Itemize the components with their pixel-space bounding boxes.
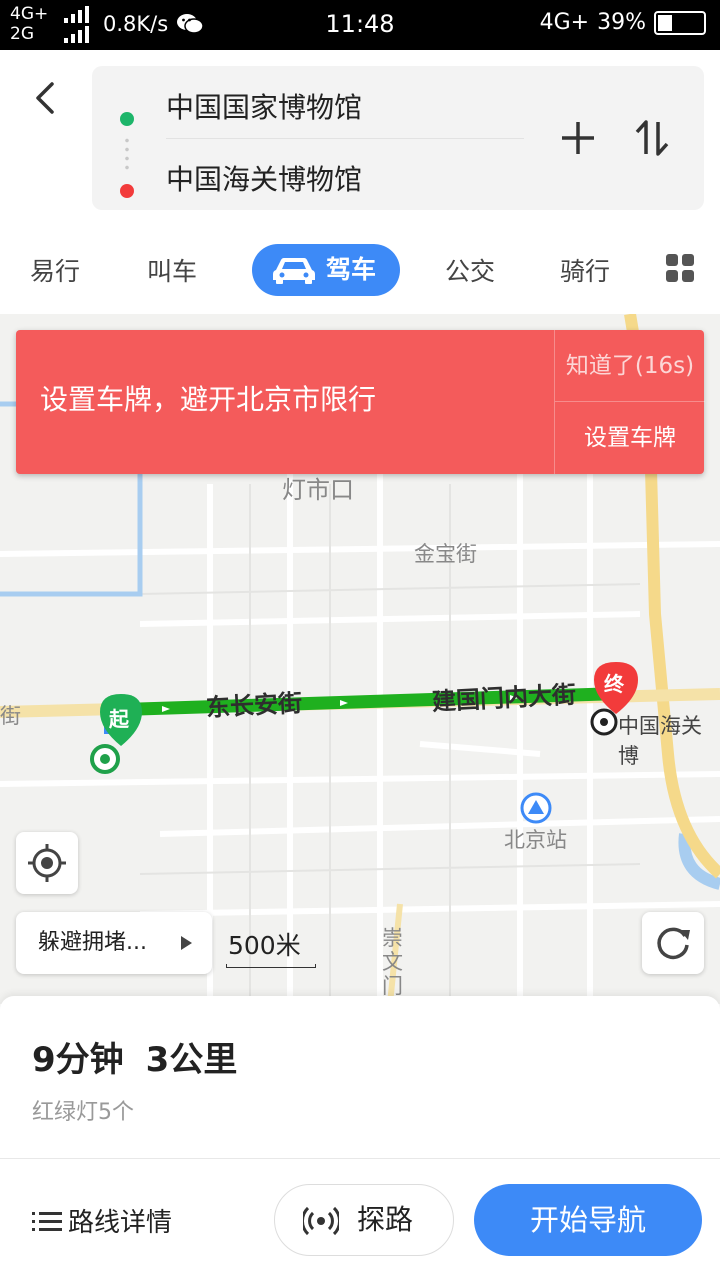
route-details-label: 路线详情 [68, 1208, 173, 1238]
license-plate-alert: 设置车牌，避开北京市限行 知道了(16s) 设置车牌 [16, 330, 705, 474]
network-right-label: 4G+ [539, 10, 590, 35]
locate-icon [28, 844, 66, 882]
probe-route-button[interactable]: 探路 [274, 1184, 454, 1256]
map-label-beijing-station: 北京站 [504, 828, 567, 852]
probe-route-label: 探路 [357, 1203, 414, 1236]
map-scale-bar [226, 964, 316, 968]
map-scale-label: 500米 [228, 931, 301, 960]
more-modes-grid-icon[interactable] [666, 254, 694, 282]
end-marker-label: 终 [604, 672, 624, 696]
broadcast-icon [303, 1206, 339, 1236]
route-summary: 9分钟 3公里 [32, 1032, 237, 1081]
back-arrow-icon[interactable] [28, 78, 62, 118]
avoid-congestion-label: 躲避拥堵... [38, 930, 147, 955]
add-waypoint-icon[interactable] [558, 118, 598, 158]
refresh-button[interactable] [642, 912, 704, 974]
route-details-button[interactable]: 路线详情 [32, 1202, 172, 1239]
map-label-chongwenmen: 崇文门 [382, 926, 403, 998]
tab-cycling[interactable]: 骑行 [560, 252, 610, 288]
traffic-light-count: 红绿灯5个 [32, 1100, 134, 1125]
map-label-destination-poi: 中国海关博 [618, 714, 702, 768]
alert-actions: 知道了(16s) 设置车牌 [554, 330, 705, 474]
transport-mode-tabs: 易行 叫车 驾车 公交 骑行 [0, 230, 720, 314]
alert-message: 设置车牌，避开北京市限行 [40, 383, 377, 416]
battery-icon [654, 10, 706, 35]
tab-jiaoche[interactable]: 叫车 [147, 252, 197, 288]
map-label-jinbaojie: 金宝街 [414, 542, 477, 566]
tab-bus[interactable]: 公交 [445, 252, 495, 288]
route-duration: 9分钟 [32, 1040, 124, 1080]
car-icon [273, 258, 315, 284]
road-label-dongchanganjie: 东长安街 [205, 688, 303, 722]
avoid-congestion-button[interactable]: 躲避拥堵... [16, 912, 212, 974]
status-bar: 4G+ 2G 0.8K/s 11:48 4G+ 39% [0, 0, 720, 50]
map-label-left-street: 街 [0, 704, 21, 728]
route-input-box: 中国国家博物馆 中国海关博物馆 [92, 66, 704, 210]
origin-field[interactable]: 中国国家博物馆 [166, 86, 362, 126]
route-divider [166, 138, 524, 139]
panel-divider [0, 1158, 720, 1159]
expand-arrow-icon [181, 936, 192, 950]
origin-dot-icon [120, 112, 134, 126]
set-plate-button[interactable]: 设置车牌 [555, 402, 705, 474]
map-view[interactable]: 灯市口 金宝街 北京站 崇文门 中国海关博 街 东长安街 建国门内大街 起 终 … [0, 314, 720, 1004]
start-navigation-button[interactable]: 开始导航 [474, 1184, 702, 1256]
tab-yixing[interactable]: 易行 [30, 252, 80, 288]
map-label-dengshikou: 灯市口 [282, 476, 354, 504]
locate-button[interactable] [16, 832, 78, 894]
tab-driving-label: 驾车 [326, 255, 377, 284]
refresh-icon [657, 927, 690, 960]
tab-driving[interactable]: 驾车 [252, 244, 401, 296]
route-summary-panel: 9分钟 3公里 红绿灯5个 路线详情 探路 开始导航 [0, 996, 720, 1280]
swap-route-icon[interactable] [632, 118, 672, 158]
start-marker-label: 起 [109, 707, 129, 731]
route-connector [125, 136, 129, 172]
route-header: 中国国家博物馆 中国海关博物馆 [0, 50, 720, 230]
destination-field[interactable]: 中国海关博物馆 [166, 158, 362, 198]
list-icon [32, 1211, 62, 1231]
alert-dismiss-button[interactable]: 知道了(16s) [555, 330, 705, 402]
route-distance: 3公里 [145, 1040, 238, 1080]
battery-percent: 39% [597, 10, 646, 35]
destination-dot-icon [120, 184, 134, 198]
